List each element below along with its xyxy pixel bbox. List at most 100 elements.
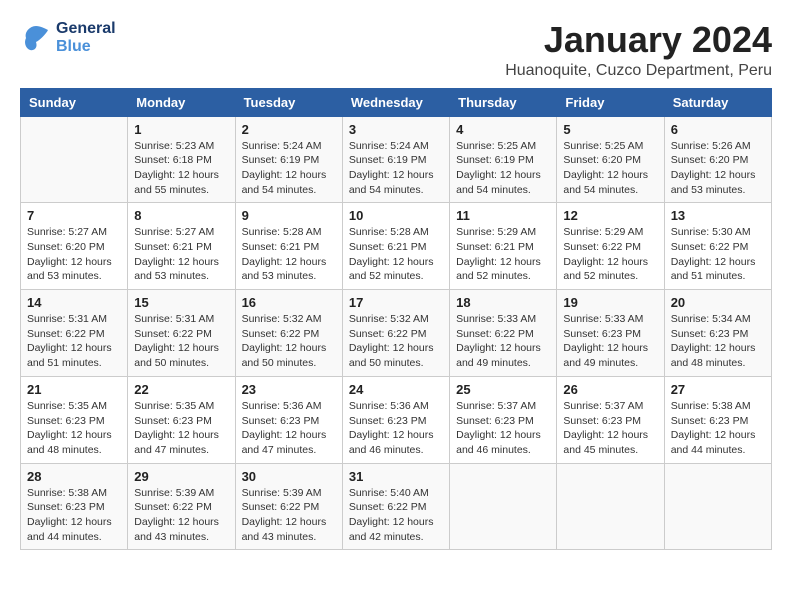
day-of-week-header: Monday: [128, 88, 235, 116]
day-number: 8: [134, 208, 228, 223]
calendar-day-cell: 30Sunrise: 5:39 AM Sunset: 6:22 PM Dayli…: [235, 463, 342, 550]
day-info: Sunrise: 5:29 AM Sunset: 6:22 PM Dayligh…: [563, 225, 657, 284]
day-number: 25: [456, 382, 550, 397]
day-info: Sunrise: 5:27 AM Sunset: 6:21 PM Dayligh…: [134, 225, 228, 284]
day-number: 14: [27, 295, 121, 310]
day-number: 5: [563, 122, 657, 137]
day-info: Sunrise: 5:33 AM Sunset: 6:23 PM Dayligh…: [563, 312, 657, 371]
day-info: Sunrise: 5:24 AM Sunset: 6:19 PM Dayligh…: [349, 139, 443, 198]
calendar-day-cell: 10Sunrise: 5:28 AM Sunset: 6:21 PM Dayli…: [342, 203, 449, 290]
day-info: Sunrise: 5:28 AM Sunset: 6:21 PM Dayligh…: [242, 225, 336, 284]
calendar-day-cell: 25 Sunrise: 5:37 AM Sunset: 6:23 PM Dayli…: [450, 376, 557, 463]
calendar-day-cell: 8 Sunrise: 5:27 AM Sunset: 6:21 PM Daylig…: [128, 203, 235, 290]
day-number: 9: [242, 208, 336, 223]
day-number: 7: [27, 208, 121, 223]
calendar-day-cell: 2Sunrise: 5:24 AM Sunset: 6:19 PM Daylig…: [235, 116, 342, 203]
day-number: 4: [456, 122, 550, 137]
day-info: Sunrise: 5:36 AM Sunset: 6:23 PM Dayligh…: [349, 399, 443, 458]
day-number: 16: [242, 295, 336, 310]
calendar-week-row: 1 Sunrise: 5:23 AM Sunset: 6:18 PM Daylig…: [21, 116, 772, 203]
day-number: 1: [134, 122, 228, 137]
day-number: 29: [134, 469, 228, 484]
day-number: 27: [671, 382, 765, 397]
calendar-day-cell: 29 Sunrise: 5:39 AM Sunset: 6:22 PM Dayli…: [128, 463, 235, 550]
calendar-week-row: 28 Sunrise: 5:38 AM Sunset: 6:23 PM Dayli…: [21, 463, 772, 550]
day-info: Sunrise: 5:38 AM Sunset: 6:23 PM Dayligh…: [671, 399, 765, 458]
calendar-day-cell: 13 Sunrise: 5:30 AM Sunset: 6:22 PM Dayli…: [664, 203, 771, 290]
day-info: Sunrise: 5:35 AM Sunset: 6:23 PM Dayligh…: [134, 399, 228, 458]
calendar-day-cell: [664, 463, 771, 550]
calendar-day-cell: 3 Sunrise: 5:24 AM Sunset: 6:19 PM Daylig…: [342, 116, 449, 203]
day-info: Sunrise: 5:37 AM Sunset: 6:23 PM Dayligh…: [456, 399, 550, 458]
day-number: 13: [671, 208, 765, 223]
day-number: 22: [134, 382, 228, 397]
day-number: 20: [671, 295, 765, 310]
calendar-subtitle: Huanoquite, Cuzco Department, Peru: [505, 62, 772, 80]
day-info: Sunrise: 5:32 AM Sunset: 6:22 PM Dayligh…: [349, 312, 443, 371]
calendar-day-cell: [450, 463, 557, 550]
day-info: Sunrise: 5:34 AM Sunset: 6:23 PM Dayligh…: [671, 312, 765, 371]
calendar-day-cell: 1 Sunrise: 5:23 AM Sunset: 6:18 PM Daylig…: [128, 116, 235, 203]
day-of-week-header: Saturday: [664, 88, 771, 116]
calendar-week-row: 7 Sunrise: 5:27 AM Sunset: 6:20 PM Daylig…: [21, 203, 772, 290]
day-number: 21: [27, 382, 121, 397]
day-number: 12: [563, 208, 657, 223]
title-section: January 2024 Huanoquite, Cuzco Departmen…: [505, 20, 772, 80]
calendar-week-row: 21 Sunrise: 5:35 AM Sunset: 6:23 PM Dayli…: [21, 376, 772, 463]
calendar-week-row: 14 Sunrise: 5:31 AM Sunset: 6:22 PM Dayli…: [21, 290, 772, 377]
day-number: 10: [349, 208, 443, 223]
calendar-day-cell: 6 Sunrise: 5:26 AM Sunset: 6:20 PM Daylig…: [664, 116, 771, 203]
calendar-day-cell: 24 Sunrise: 5:36 AM Sunset: 6:23 PM Dayli…: [342, 376, 449, 463]
day-number: 24: [349, 382, 443, 397]
day-number: 28: [27, 469, 121, 484]
calendar-day-cell: 31Sunrise: 5:40 AM Sunset: 6:22 PM Dayli…: [342, 463, 449, 550]
day-info: Sunrise: 5:24 AM Sunset: 6:19 PM Dayligh…: [242, 139, 336, 198]
day-info: Sunrise: 5:36 AM Sunset: 6:23 PM Dayligh…: [242, 399, 336, 458]
page-header: General Blue January 2024 Huanoquite, Cu…: [20, 20, 772, 80]
day-of-week-header: Thursday: [450, 88, 557, 116]
day-of-week-header: Sunday: [21, 88, 128, 116]
calendar-day-cell: 17 Sunrise: 5:32 AM Sunset: 6:22 PM Dayli…: [342, 290, 449, 377]
calendar-day-cell: 23 Sunrise: 5:36 AM Sunset: 6:23 PM Dayli…: [235, 376, 342, 463]
calendar-day-cell: 26Sunrise: 5:37 AM Sunset: 6:23 PM Dayli…: [557, 376, 664, 463]
day-info: Sunrise: 5:39 AM Sunset: 6:22 PM Dayligh…: [134, 486, 228, 545]
day-number: 30: [242, 469, 336, 484]
day-info: Sunrise: 5:32 AM Sunset: 6:22 PM Dayligh…: [242, 312, 336, 371]
calendar-day-cell: 12 Sunrise: 5:29 AM Sunset: 6:22 PM Dayli…: [557, 203, 664, 290]
calendar-header-row: SundayMondayTuesdayWednesdayThursdayFrid…: [21, 88, 772, 116]
calendar-day-cell: 19 Sunrise: 5:33 AM Sunset: 6:23 PM Dayli…: [557, 290, 664, 377]
day-number: 23: [242, 382, 336, 397]
day-number: 19: [563, 295, 657, 310]
day-info: Sunrise: 5:27 AM Sunset: 6:20 PM Dayligh…: [27, 225, 121, 284]
calendar-day-cell: 28 Sunrise: 5:38 AM Sunset: 6:23 PM Dayli…: [21, 463, 128, 550]
day-info: Sunrise: 5:30 AM Sunset: 6:22 PM Dayligh…: [671, 225, 765, 284]
day-info: Sunrise: 5:31 AM Sunset: 6:22 PM Dayligh…: [27, 312, 121, 371]
calendar-day-cell: [21, 116, 128, 203]
day-info: Sunrise: 5:25 AM Sunset: 6:20 PM Dayligh…: [563, 139, 657, 198]
day-info: Sunrise: 5:23 AM Sunset: 6:18 PM Dayligh…: [134, 139, 228, 198]
calendar-table: SundayMondayTuesdayWednesdayThursdayFrid…: [20, 88, 772, 551]
calendar-day-cell: 20 Sunrise: 5:34 AM Sunset: 6:23 PM Dayli…: [664, 290, 771, 377]
day-of-week-header: Tuesday: [235, 88, 342, 116]
calendar-day-cell: 9 Sunrise: 5:28 AM Sunset: 6:21 PM Daylig…: [235, 203, 342, 290]
day-info: Sunrise: 5:31 AM Sunset: 6:22 PM Dayligh…: [134, 312, 228, 371]
calendar-day-cell: 5 Sunrise: 5:25 AM Sunset: 6:20 PM Daylig…: [557, 116, 664, 203]
day-number: 6: [671, 122, 765, 137]
day-info: Sunrise: 5:38 AM Sunset: 6:23 PM Dayligh…: [27, 486, 121, 545]
day-number: 17: [349, 295, 443, 310]
calendar-day-cell: 27 Sunrise: 5:38 AM Sunset: 6:23 PM Dayli…: [664, 376, 771, 463]
day-of-week-header: Wednesday: [342, 88, 449, 116]
day-info: Sunrise: 5:37 AM Sunset: 6:23 PM Dayligh…: [563, 399, 657, 458]
calendar-day-cell: 21Sunrise: 5:35 AM Sunset: 6:23 PM Dayli…: [21, 376, 128, 463]
calendar-day-cell: 22 Sunrise: 5:35 AM Sunset: 6:23 PM Dayli…: [128, 376, 235, 463]
day-number: 3: [349, 122, 443, 137]
logo: General Blue: [20, 20, 116, 56]
calendar-day-cell: 14 Sunrise: 5:31 AM Sunset: 6:22 PM Dayli…: [21, 290, 128, 377]
calendar-day-cell: 11Sunrise: 5:29 AM Sunset: 6:21 PM Dayli…: [450, 203, 557, 290]
day-number: 15: [134, 295, 228, 310]
day-of-week-header: Friday: [557, 88, 664, 116]
calendar-day-cell: 4Sunrise: 5:25 AM Sunset: 6:19 PM Daylig…: [450, 116, 557, 203]
day-number: 11: [456, 208, 550, 223]
calendar-title: January 2024: [505, 20, 772, 60]
day-info: Sunrise: 5:26 AM Sunset: 6:20 PM Dayligh…: [671, 139, 765, 198]
